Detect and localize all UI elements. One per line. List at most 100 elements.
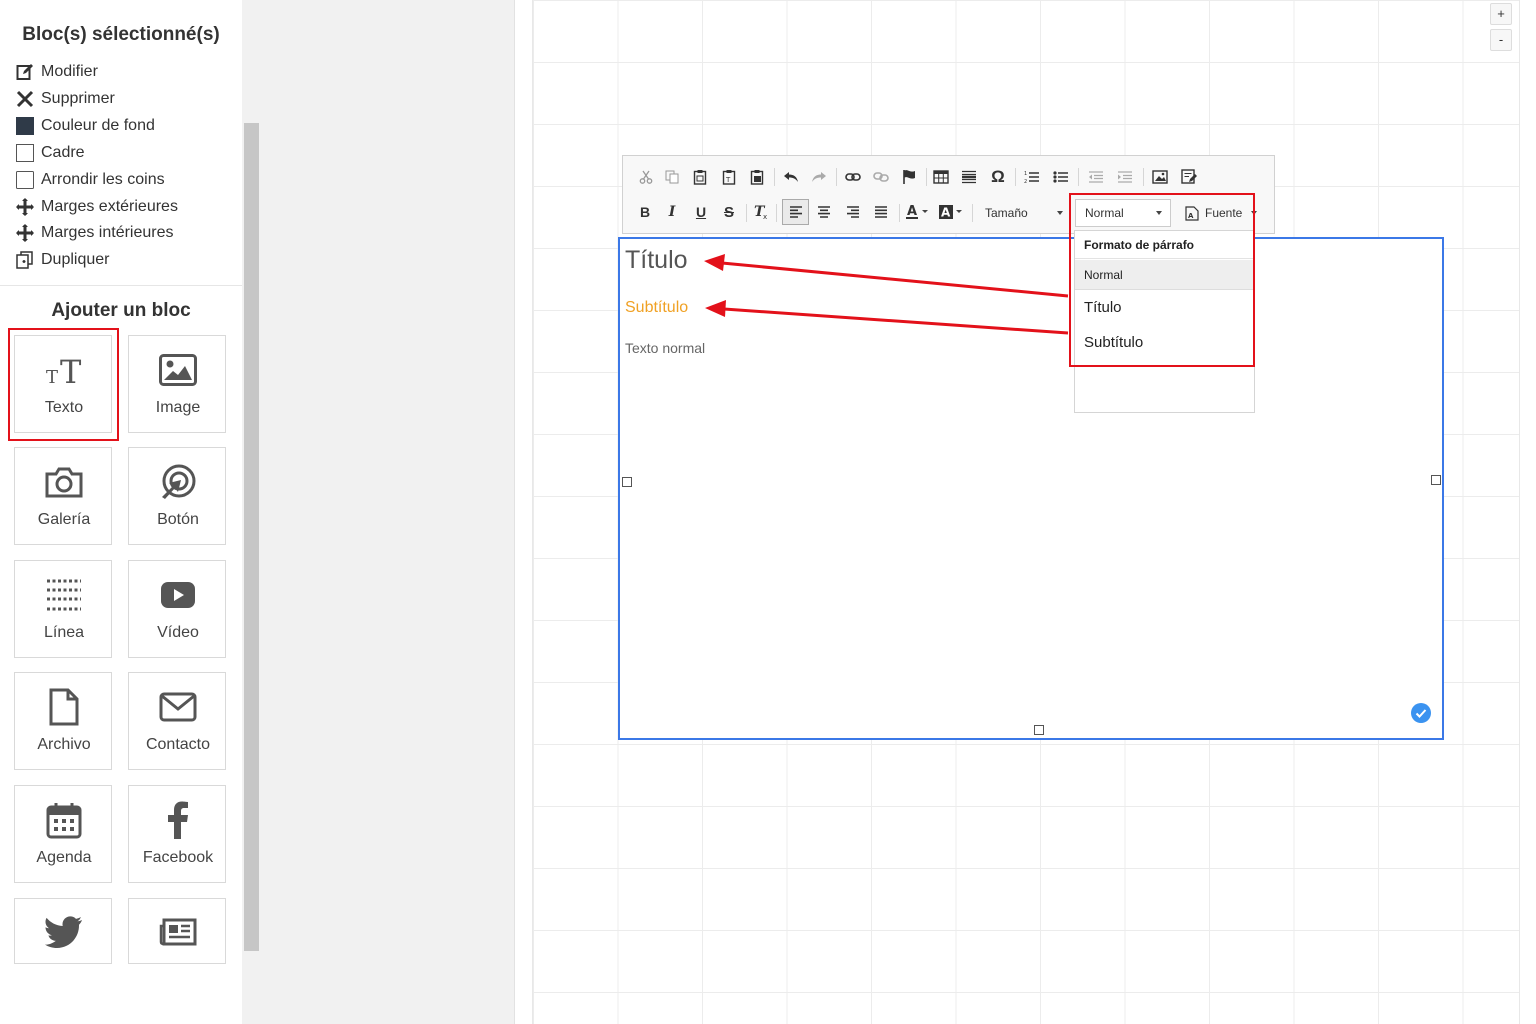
paste-icon[interactable]: [689, 166, 711, 188]
content-normal-text[interactable]: Texto normal: [625, 340, 705, 356]
content-subtitle[interactable]: Subtítulo: [625, 299, 688, 317]
resize-handle-left[interactable]: [622, 477, 632, 487]
block-tile-video[interactable]: Vídeo: [128, 560, 226, 658]
tile-label: Línea: [43, 624, 85, 641]
italic-icon[interactable]: I: [661, 201, 683, 223]
copy-icon[interactable]: [661, 166, 683, 188]
camera-icon: [15, 462, 113, 502]
decrease-indent-icon[interactable]: [1085, 166, 1107, 188]
horizontal-rule-icon[interactable]: [958, 166, 980, 188]
bold-icon[interactable]: B: [634, 201, 656, 223]
block-tile-agenda[interactable]: Agenda: [14, 785, 112, 883]
anchor-flag-icon[interactable]: [898, 166, 920, 188]
remove-format-icon[interactable]: Tx: [751, 201, 773, 223]
justify-icon[interactable]: [870, 201, 892, 223]
unlink-icon[interactable]: [870, 166, 892, 188]
action-cadre[interactable]: Cadre: [16, 142, 85, 164]
outer-margins-icon: [16, 198, 34, 216]
block-tile-archivo[interactable]: Archivo: [14, 672, 112, 770]
increase-indent-icon[interactable]: [1114, 166, 1136, 188]
edit-icon: [16, 63, 34, 81]
bullet-list-icon[interactable]: [1050, 166, 1072, 188]
toolbar-separator: [972, 204, 973, 222]
tile-label: Agenda: [36, 849, 92, 866]
twitter-icon: [15, 912, 113, 952]
size-select-label: Tamaño: [985, 206, 1028, 220]
svg-text:1: 1: [1024, 171, 1027, 177]
undo-icon[interactable]: [780, 166, 802, 188]
redo-icon[interactable]: [808, 166, 830, 188]
action-couleur-de-fond[interactable]: Couleur de fond: [16, 115, 155, 137]
block-tile-contacto[interactable]: Contacto: [128, 672, 226, 770]
action-arrondir-les-coins[interactable]: Arrondir les coins: [16, 169, 165, 191]
action-dupliquer[interactable]: Dupliquer: [16, 249, 109, 271]
zoom-out-button[interactable]: -: [1490, 29, 1512, 51]
action-label: Supprimer: [41, 90, 115, 107]
block-tile-galeria[interactable]: Galería: [14, 447, 112, 545]
tile-label: Image: [155, 399, 201, 416]
svg-text:A: A: [941, 206, 951, 220]
confirm-check-icon[interactable]: [1411, 703, 1431, 723]
block-tile-facebook[interactable]: Facebook: [128, 785, 226, 883]
selected-text-block[interactable]: Título Subtítulo Texto normal: [618, 237, 1444, 740]
news-icon: [129, 912, 227, 952]
tile-label: Galería: [37, 511, 91, 528]
svg-text:A: A: [907, 204, 917, 219]
action-modifier[interactable]: Modifier: [16, 61, 98, 83]
tile-label: Vídeo: [157, 624, 199, 641]
format-highlight-box: [1069, 193, 1255, 367]
tile-label: Archivo: [37, 736, 91, 753]
block-tile-twitter[interactable]: [14, 898, 112, 964]
rounded-corners-icon: [16, 171, 34, 189]
background-color-icon: [16, 117, 34, 135]
resize-handle-right[interactable]: [1431, 475, 1441, 485]
strikethrough-icon[interactable]: S: [718, 201, 740, 223]
selected-blocks-title: Bloc(s) sélectionné(s): [22, 24, 220, 45]
special-char-omega-icon[interactable]: Ω: [987, 166, 1009, 188]
action-supprimer[interactable]: Supprimer: [16, 88, 115, 110]
action-marges-interieures[interactable]: Marges intérieures: [16, 222, 174, 244]
link-icon[interactable]: [842, 166, 864, 188]
resize-handle-bottom[interactable]: [1034, 725, 1044, 735]
paste-word-icon[interactable]: [746, 166, 768, 188]
zoom-in-button[interactable]: +: [1490, 3, 1512, 25]
block-tile-news[interactable]: [128, 898, 226, 964]
cut-icon[interactable]: [635, 166, 657, 188]
action-label: Arrondir les coins: [41, 171, 165, 188]
toolbar-separator: [1143, 168, 1144, 186]
content-title[interactable]: Título: [625, 246, 688, 275]
tile-label: Facebook: [142, 849, 214, 866]
toolbar-separator: [836, 168, 837, 186]
align-right-icon[interactable]: [842, 201, 864, 223]
action-marges-exterieures[interactable]: Marges extérieures: [16, 196, 178, 218]
sidebar-divider: [0, 285, 242, 286]
sidebar: Bloc(s) sélectionné(s) Modifier Supprime…: [0, 0, 242, 1024]
table-icon[interactable]: [930, 166, 952, 188]
source-edit-icon[interactable]: [1178, 166, 1200, 188]
toolbar-separator: [926, 168, 927, 186]
background-color-picker-icon[interactable]: A: [938, 201, 966, 223]
align-left-icon[interactable]: [782, 199, 809, 225]
block-tile-linea[interactable]: Línea: [14, 560, 112, 658]
numbered-list-icon[interactable]: 12: [1021, 166, 1043, 188]
scrollbar-thumb[interactable]: [244, 123, 259, 951]
texto-highlight-box: [8, 328, 119, 441]
file-icon: [15, 687, 113, 727]
close-icon: [16, 90, 34, 108]
underline-icon[interactable]: U: [690, 201, 712, 223]
facebook-icon: [129, 800, 227, 840]
toolbar-separator: [746, 204, 747, 222]
block-tile-boton[interactable]: Botón: [128, 447, 226, 545]
insert-image-icon[interactable]: [1149, 166, 1171, 188]
block-tile-image[interactable]: Image: [128, 335, 226, 433]
toolbar-separator: [899, 204, 900, 222]
toolbar-separator: [1015, 168, 1016, 186]
align-center-icon[interactable]: [813, 201, 835, 223]
text-color-icon[interactable]: A: [904, 201, 932, 223]
scroll-track: [242, 0, 514, 1024]
size-select[interactable]: Tamaño: [985, 201, 1067, 225]
paste-text-icon[interactable]: T: [718, 166, 740, 188]
action-label: Modifier: [41, 63, 98, 80]
border-icon: [16, 144, 34, 162]
line-icon: [15, 575, 113, 615]
